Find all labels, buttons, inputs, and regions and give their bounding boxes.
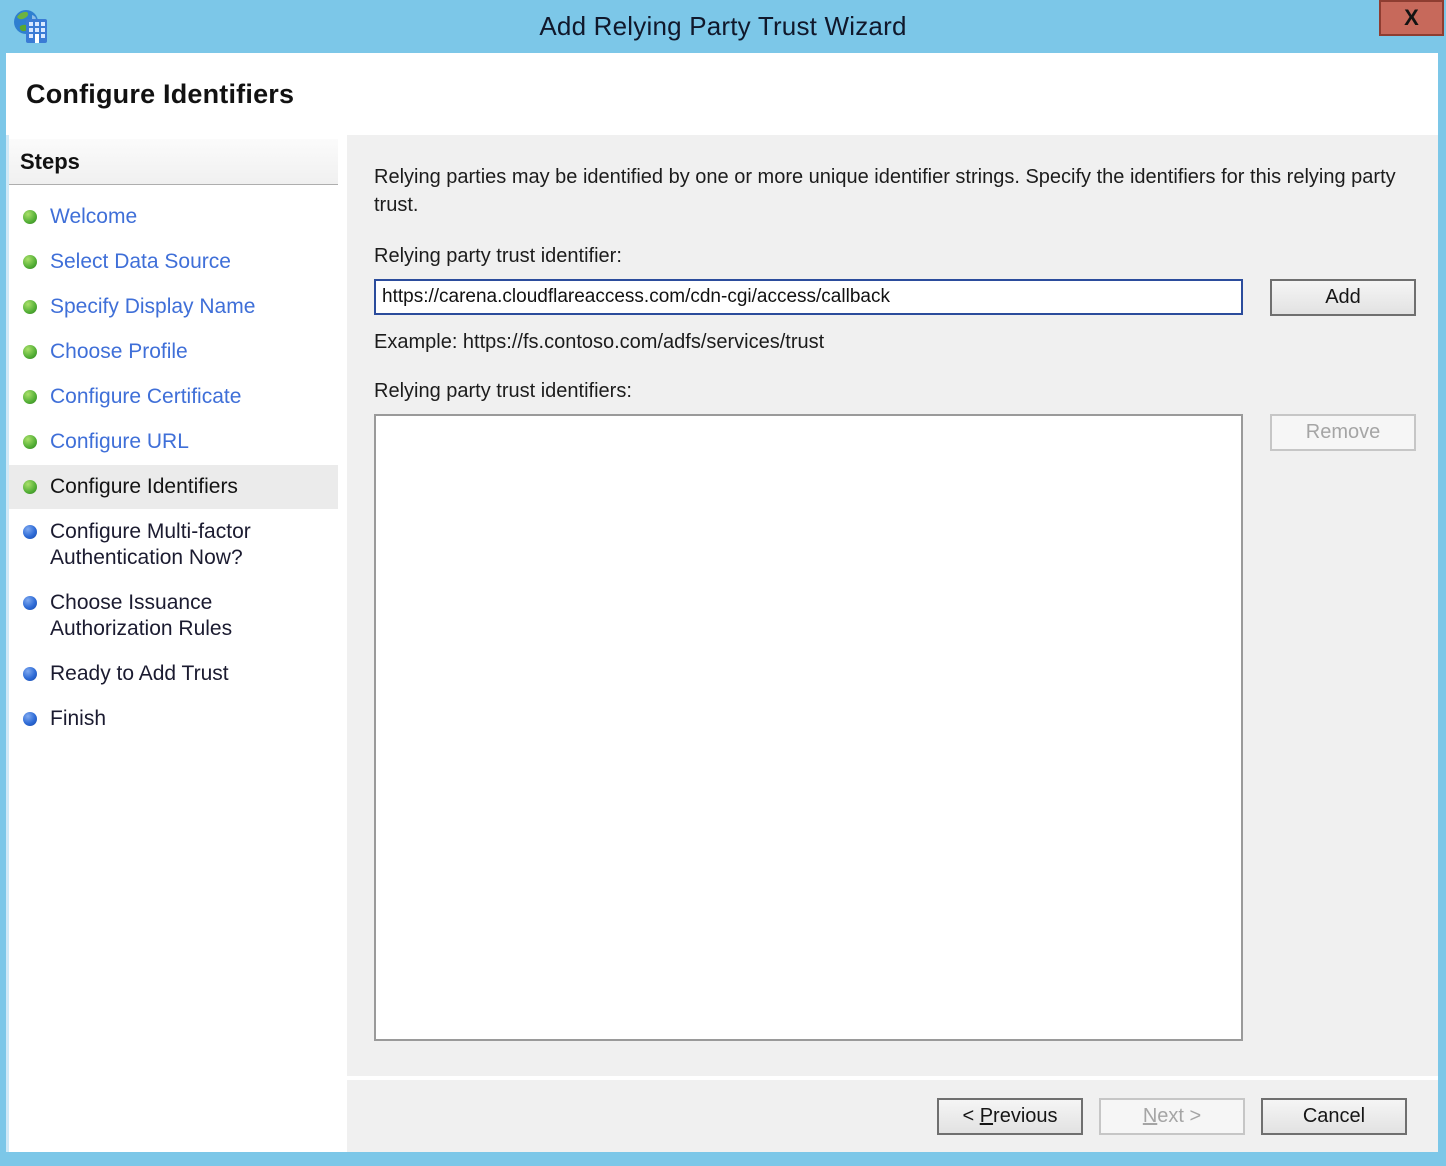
step-configure-certificate[interactable]: Configure Certificate — [9, 375, 338, 419]
step-configure-url[interactable]: Configure URL — [9, 420, 338, 464]
steps-list: Welcome Select Data Source Specify Displ… — [9, 185, 338, 741]
main-panel: Relying parties may be identified by one… — [347, 135, 1438, 1076]
step-label: Configure URL — [50, 429, 189, 455]
adfs-app-icon — [12, 8, 50, 46]
example-text: Example: https://fs.contoso.com/adfs/ser… — [374, 331, 1416, 354]
step-configure-mfa: Configure Multi-factor Authentication No… — [9, 510, 338, 580]
step-label: Configure Multi-factor Authentication No… — [50, 519, 332, 571]
previous-button[interactable]: < Previous — [937, 1098, 1083, 1135]
step-label: Finish — [50, 706, 106, 732]
step-select-data-source[interactable]: Select Data Source — [9, 240, 338, 284]
step-done-icon — [23, 390, 37, 404]
close-button[interactable]: X — [1379, 0, 1444, 36]
step-pending-icon — [23, 712, 37, 726]
intro-text: Relying parties may be identified by one… — [374, 163, 1416, 219]
step-ready-to-add-trust: Ready to Add Trust — [9, 652, 338, 696]
step-specify-display-name[interactable]: Specify Display Name — [9, 285, 338, 329]
cancel-button[interactable]: Cancel — [1261, 1098, 1407, 1135]
footer-bar: < Previous Next > Cancel — [347, 1080, 1438, 1152]
step-label: Specify Display Name — [50, 294, 255, 320]
wizard-window: Add Relying Party Trust Wizard X Configu… — [0, 0, 1446, 1166]
next-button[interactable]: Next > — [1099, 1098, 1245, 1135]
steps-title: Steps — [9, 139, 338, 185]
step-welcome[interactable]: Welcome — [9, 195, 338, 239]
step-done-icon — [23, 255, 37, 269]
step-choose-issuance-rules: Choose Issuance Authorization Rules — [9, 581, 338, 651]
step-label: Configure Identifiers — [50, 474, 238, 500]
step-label: Select Data Source — [50, 249, 231, 275]
step-pending-icon — [23, 667, 37, 681]
wizard-frame: Configure Identifiers Steps Welcome Sele… — [6, 53, 1438, 1152]
step-label: Ready to Add Trust — [50, 661, 229, 687]
step-choose-profile[interactable]: Choose Profile — [9, 330, 338, 374]
step-label: Choose Issuance Authorization Rules — [50, 590, 332, 642]
identifier-input[interactable] — [374, 279, 1243, 315]
step-finish: Finish — [9, 697, 338, 741]
step-done-icon — [23, 480, 37, 494]
identifiers-list-label: Relying party trust identifiers: — [374, 380, 1416, 403]
step-done-icon — [23, 210, 37, 224]
step-label: Choose Profile — [50, 339, 188, 365]
step-done-icon — [23, 345, 37, 359]
add-button[interactable]: Add — [1270, 279, 1416, 316]
step-pending-icon — [23, 525, 37, 539]
step-label: Welcome — [50, 204, 137, 230]
steps-sidebar: Steps Welcome Select Data Source Specify… — [6, 135, 338, 1152]
identifier-label: Relying party trust identifier: — [374, 245, 1416, 268]
step-done-icon — [23, 435, 37, 449]
step-label: Configure Certificate — [50, 384, 241, 410]
identifiers-listbox[interactable] — [374, 414, 1243, 1041]
step-configure-identifiers: Configure Identifiers — [9, 465, 338, 509]
page-header: Configure Identifiers — [6, 53, 1438, 135]
step-pending-icon — [23, 596, 37, 610]
page-title: Configure Identifiers — [6, 53, 1438, 110]
step-done-icon — [23, 300, 37, 314]
remove-button[interactable]: Remove — [1270, 414, 1416, 451]
titlebar: Add Relying Party Trust Wizard X — [0, 0, 1446, 53]
window-title: Add Relying Party Trust Wizard — [0, 11, 1446, 42]
